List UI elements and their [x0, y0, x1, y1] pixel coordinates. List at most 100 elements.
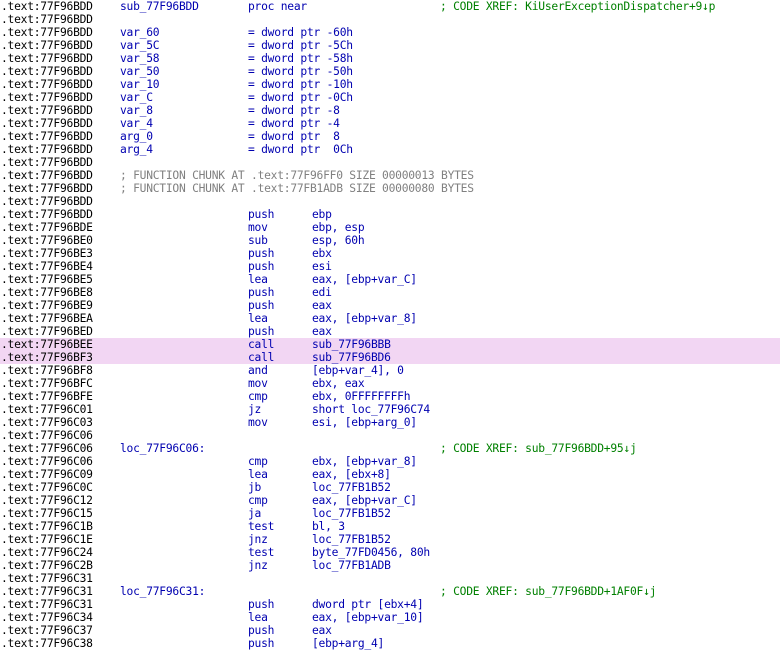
operands[interactable]: byte_77FD0456, 80h	[312, 546, 430, 559]
label[interactable]: var_58	[120, 52, 160, 65]
operands[interactable]: ebp, esp	[312, 221, 365, 234]
operands[interactable]: eax, [ebp+var_C]	[312, 273, 417, 286]
address: .text:77F96BDD	[1, 169, 93, 182]
code-line[interactable]: .text:77F96C06	[0, 429, 780, 442]
code-line[interactable]: .text:77F96BDE mov ebp, esp	[0, 221, 780, 234]
code-line[interactable]: .text:77F96C1E jnz loc_77FB1B52	[0, 533, 780, 546]
code-line[interactable]: .text:77F96BE4 push esi	[0, 260, 780, 273]
operands[interactable]: ebx, 0FFFFFFFFh	[312, 390, 411, 403]
address: .text:77F96C12	[1, 494, 93, 507]
code-line[interactable]: .text:77F96BE3 push ebx	[0, 247, 780, 260]
code-line[interactable]: .text:77F96C01 jz short loc_77F96C74	[0, 403, 780, 416]
operands[interactable]: [ebp+arg_4]	[312, 637, 384, 650]
operands[interactable]: loc_77FB1B52	[312, 533, 391, 546]
code-line[interactable]: .text:77F96BE5 lea eax, [ebp+var_C]	[0, 273, 780, 286]
code-line[interactable]: .text:77F96BFC mov ebx, eax	[0, 377, 780, 390]
code-line[interactable]: .text:77F96BDD	[0, 156, 780, 169]
code-line[interactable]: .text:77F96BDD	[0, 13, 780, 26]
code-line[interactable]: .text:77F96C31 push dword ptr [ebx+4]	[0, 598, 780, 611]
label[interactable]: arg_0	[120, 130, 153, 143]
operands[interactable]: eax, [ebp+var_8]	[312, 312, 417, 325]
operands[interactable]: eax, [ebx+8]	[312, 468, 391, 481]
label[interactable]: var_8	[120, 104, 153, 117]
disassembly-listing[interactable]: .text:77F96BDD sub_77F96BDD proc near ; COD…	[0, 0, 780, 650]
code-xref-comment[interactable]: ; CODE XREF: KiUserExceptionDispatcher+9…	[440, 0, 715, 13]
code-line[interactable]: .text:77F96C38 push [ebp+arg_4]	[0, 637, 780, 650]
code-line[interactable]: .text:77F96C37 push eax	[0, 624, 780, 637]
label[interactable]: sub_77F96BDD	[120, 0, 199, 13]
code-line[interactable]: .text:77F96BDD var_60 = dword ptr -60h	[0, 26, 780, 39]
operands[interactable]: esi, [ebp+arg_0]	[312, 416, 417, 429]
label[interactable]: loc_77F96C31:	[120, 585, 205, 598]
code-line[interactable]: .text:77F96BDD var_C = dword ptr -0Ch	[0, 91, 780, 104]
operands[interactable]: esi	[312, 260, 332, 273]
operands[interactable]: eax	[312, 299, 332, 312]
code-line[interactable]: .text:77F96C1B test bl, 3	[0, 520, 780, 533]
label[interactable]: var_50	[120, 65, 160, 78]
label[interactable]: loc_77F96C06:	[120, 442, 205, 455]
highlighted-code-line[interactable]: .text:77F96BF3 call sub_77F96BD6	[0, 351, 780, 364]
operands[interactable]: loc_77FB1B52	[312, 507, 391, 520]
code-xref-comment[interactable]: ; CODE XREF: sub_77F96BDD+1AF0F↓j	[440, 585, 656, 598]
code-line[interactable]: .text:77F96BDD var_5C = dword ptr -5Ch	[0, 39, 780, 52]
operands[interactable]: eax, [ebp+var_10]	[312, 611, 424, 624]
operands[interactable]: short loc_77F96C74	[312, 403, 430, 416]
label[interactable]: var_C	[120, 91, 153, 104]
operands[interactable]: ebp	[312, 208, 332, 221]
code-line[interactable]: .text:77F96BED push eax	[0, 325, 780, 338]
operands[interactable]: ebx	[312, 247, 332, 260]
code-line[interactable]: .text:77F96C31	[0, 572, 780, 585]
code-line[interactable]: .text:77F96C03 mov esi, [ebp+arg_0]	[0, 416, 780, 429]
operands[interactable]: dword ptr [ebx+4]	[312, 598, 424, 611]
operands[interactable]: loc_77FB1B52	[312, 481, 391, 494]
label[interactable]: var_5C	[120, 39, 160, 52]
code-line[interactable]: .text:77F96BDD	[0, 195, 780, 208]
code-line[interactable]: .text:77F96BDD var_4 = dword ptr -4	[0, 117, 780, 130]
code-line[interactable]: .text:77F96BDD var_58 = dword ptr -58h	[0, 52, 780, 65]
code-line[interactable]: .text:77F96C2B jnz loc_77FB1ADB	[0, 559, 780, 572]
operands[interactable]: edi	[312, 286, 332, 299]
code-line[interactable]: .text:77F96C0C jb loc_77FB1B52	[0, 481, 780, 494]
operands[interactable]: sub_77F96BD6	[312, 351, 391, 364]
code-line[interactable]: .text:77F96C06 cmp ebx, [ebp+var_8]	[0, 455, 780, 468]
label[interactable]: var_60	[120, 26, 160, 39]
code-line[interactable]: .text:77F96C24 test byte_77FD0456, 80h	[0, 546, 780, 559]
code-line[interactable]: .text:77F96C31 loc_77F96C31: ; CODE XREF: …	[0, 585, 780, 598]
code-line[interactable]: .text:77F96BDD ; FUNCTION CHUNK AT .text:…	[0, 169, 780, 182]
code-line[interactable]: .text:77F96BDD var_8 = dword ptr -8	[0, 104, 780, 117]
code-line[interactable]: .text:77F96C34 lea eax, [ebp+var_10]	[0, 611, 780, 624]
code-line[interactable]: .text:77F96C09 lea eax, [ebx+8]	[0, 468, 780, 481]
operands[interactable]: eax, [ebp+var_C]	[312, 494, 417, 507]
operands[interactable]: esp, 60h	[312, 234, 365, 247]
highlighted-code-line[interactable]: .text:77F96BEE call sub_77F96BBB	[0, 338, 780, 351]
code-line[interactable]: .text:77F96BDD arg_4 = dword ptr 0Ch	[0, 143, 780, 156]
operands[interactable]: sub_77F96BBB	[312, 338, 391, 351]
operands[interactable]: loc_77FB1ADB	[312, 559, 391, 572]
code-line[interactable]: .text:77F96C15 ja loc_77FB1B52	[0, 507, 780, 520]
label[interactable]: arg_4	[120, 143, 153, 156]
code-line[interactable]: .text:77F96BE8 push edi	[0, 286, 780, 299]
code-line[interactable]: .text:77F96BDD sub_77F96BDD proc near ; COD…	[0, 0, 780, 13]
code-line[interactable]: .text:77F96BDD push ebp	[0, 208, 780, 221]
code-line[interactable]: .text:77F96BE9 push eax	[0, 299, 780, 312]
code-line[interactable]: .text:77F96BEA lea eax, [ebp+var_8]	[0, 312, 780, 325]
label[interactable]: var_4	[120, 117, 153, 130]
operands[interactable]: eax	[312, 624, 332, 637]
label[interactable]: var_10	[120, 78, 160, 91]
operands[interactable]: ebx, eax	[312, 377, 365, 390]
code-line[interactable]: .text:77F96BF8 and [ebp+var_4], 0	[0, 364, 780, 377]
operands[interactable]: [ebp+var_4], 0	[312, 364, 404, 377]
operands[interactable]: bl, 3	[312, 520, 345, 533]
code-line[interactable]: .text:77F96BE0 sub esp, 60h	[0, 234, 780, 247]
code-line[interactable]: .text:77F96BFE cmp ebx, 0FFFFFFFFh	[0, 390, 780, 403]
code-xref-comment[interactable]: ; CODE XREF: sub_77F96BDD+95↓j	[440, 442, 637, 455]
code-line[interactable]: .text:77F96BDD var_50 = dword ptr -50h	[0, 65, 780, 78]
code-line[interactable]: .text:77F96BDD ; FUNCTION CHUNK AT .text:…	[0, 182, 780, 195]
code-line[interactable]: .text:77F96C06 loc_77F96C06: ; CODE XREF: …	[0, 442, 780, 455]
code-line[interactable]: .text:77F96BDD var_10 = dword ptr -10h	[0, 78, 780, 91]
code-line[interactable]: .text:77F96C12 cmp eax, [ebp+var_C]	[0, 494, 780, 507]
operands[interactable]: eax	[312, 325, 332, 338]
address: .text:77F96BDD	[1, 117, 93, 130]
code-line[interactable]: .text:77F96BDD arg_0 = dword ptr 8	[0, 130, 780, 143]
operands[interactable]: ebx, [ebp+var_8]	[312, 455, 417, 468]
